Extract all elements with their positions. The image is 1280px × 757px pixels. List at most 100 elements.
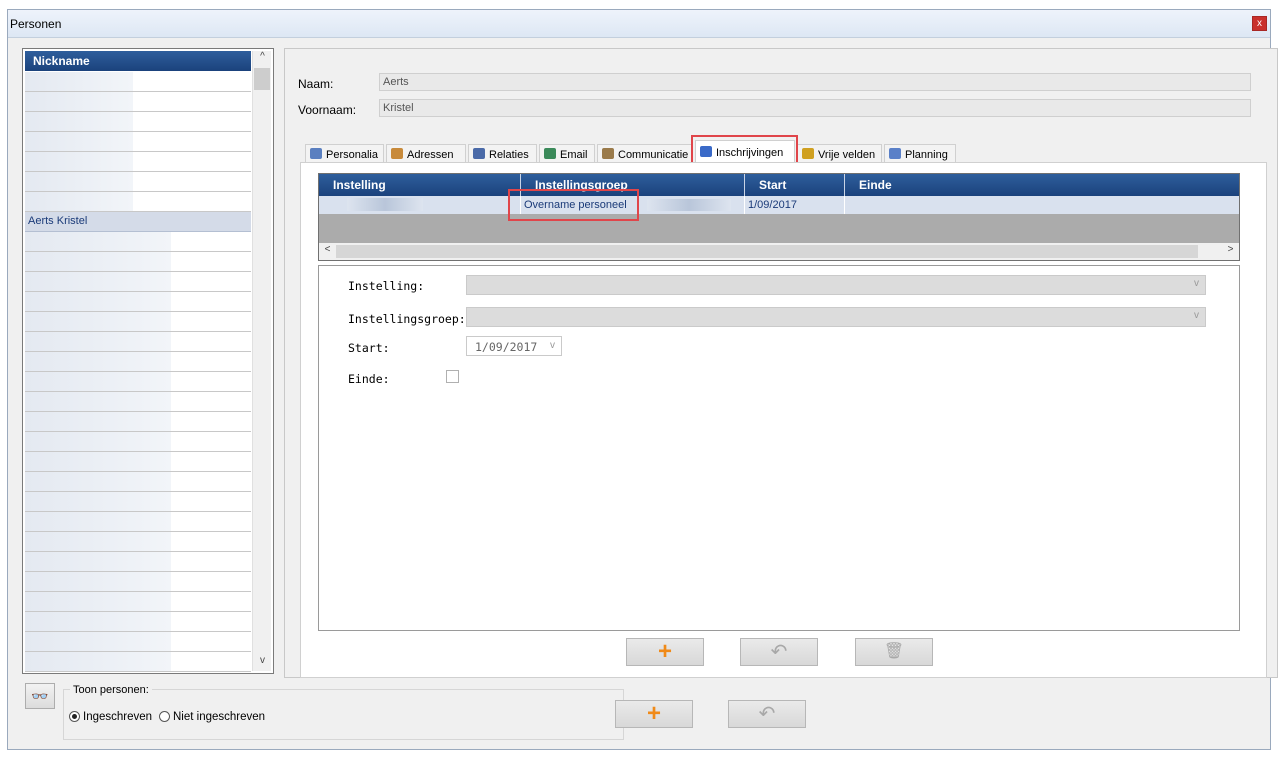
undo-inschrijving-button[interactable]: ↶: [740, 638, 818, 666]
table-row[interactable]: Overname personeel 1/09/2017: [319, 196, 1239, 214]
blurred-name: [25, 192, 133, 211]
grid-header: Instelling Instellingsgroep Start Einde: [319, 174, 1239, 196]
blurred-name: [25, 252, 171, 271]
list-vertical-scrollbar[interactable]: ^ v: [252, 51, 271, 671]
blurred-name: [25, 632, 171, 651]
blurred-name: [25, 372, 171, 391]
list-item[interactable]: [25, 592, 251, 612]
list-item-selected[interactable]: Aerts Kristel: [25, 212, 251, 232]
list-item[interactable]: [25, 292, 251, 312]
blurred-name: [25, 72, 133, 91]
list-item[interactable]: [25, 252, 251, 272]
cell-einde[interactable]: [845, 196, 1239, 214]
list-item[interactable]: [25, 572, 251, 592]
add-person-button[interactable]: +: [615, 700, 693, 728]
column-header-instelling[interactable]: Instelling: [319, 174, 521, 196]
scroll-right-arrow-icon[interactable]: >: [1222, 244, 1239, 255]
radio-ingeschreven[interactable]: Ingeschreven: [69, 711, 152, 723]
list-item[interactable]: [25, 312, 251, 332]
close-button[interactable]: x: [1252, 16, 1267, 31]
einde-checkbox[interactable]: [446, 370, 459, 383]
scroll-up-arrow-icon[interactable]: ^: [254, 51, 271, 62]
list-item[interactable]: [25, 272, 251, 292]
blurred-name: [25, 272, 171, 291]
scroll-left-arrow-icon[interactable]: <: [319, 244, 336, 255]
list-item[interactable]: [25, 492, 251, 512]
scroll-thumb[interactable]: [254, 68, 270, 90]
instelling-dropdown[interactable]: v: [466, 275, 1206, 295]
list-item[interactable]: [25, 192, 251, 212]
naam-field[interactable]: Aerts: [379, 73, 1251, 91]
personen-window: Personen x Nickname Aerts Kristel ^ v Na…: [7, 9, 1278, 750]
cell-instelling[interactable]: [319, 196, 521, 214]
chevron-down-icon: v: [1194, 278, 1199, 289]
grid-horizontal-scrollbar[interactable]: < >: [319, 243, 1239, 260]
instellingsgroep-label: Instellingsgroep:: [348, 312, 466, 326]
plus-icon: +: [657, 638, 672, 665]
list-item[interactable]: [25, 632, 251, 652]
tab-label: Adressen: [407, 149, 454, 161]
tab-label: Planning: [905, 149, 948, 161]
einde-label: Einde:: [348, 372, 390, 386]
highlight-overname-personeel: [508, 189, 639, 221]
list-item[interactable]: [25, 92, 251, 112]
radio-niet-ingeschreven[interactable]: Niet ingeschreven: [159, 711, 265, 723]
column-header-start[interactable]: Start: [745, 174, 845, 196]
voornaam-field[interactable]: Kristel: [379, 99, 1251, 117]
tab-relaties[interactable]: Relaties: [468, 144, 537, 163]
blurred-text: [347, 198, 423, 211]
person-list: Nickname Aerts Kristel ^ v: [22, 48, 274, 674]
list-item[interactable]: [25, 172, 251, 192]
telephone-icon: [602, 148, 614, 159]
blurred-name: [25, 292, 171, 311]
list-item[interactable]: [25, 352, 251, 372]
delete-inschrijving-button[interactable]: 🗑: [855, 638, 933, 666]
inschrijvingen-grid: Instelling Instellingsgroep Start Einde …: [318, 173, 1240, 261]
radio-niet-ingeschreven-label: Niet ingeschreven: [173, 711, 266, 723]
radio-niet-ingeschreven-circle[interactable]: [159, 711, 170, 722]
list-item[interactable]: [25, 512, 251, 532]
list-item[interactable]: [25, 72, 251, 92]
list-header-nickname[interactable]: Nickname: [25, 51, 251, 71]
search-persons-button[interactable]: 👓: [25, 683, 55, 709]
list-item[interactable]: [25, 552, 251, 572]
tab-adressen[interactable]: Adressen: [386, 144, 466, 163]
blurred-name: [25, 112, 133, 131]
list-item[interactable]: [25, 372, 251, 392]
undo-icon: ↶: [770, 641, 788, 663]
detail-panel: Naam: Aerts Voornaam: Kristel Personalia…: [284, 48, 1278, 678]
list-item[interactable]: [25, 532, 251, 552]
column-header-einde[interactable]: Einde: [845, 174, 1239, 196]
cell-start[interactable]: 1/09/2017: [745, 196, 845, 214]
blurred-name: [25, 352, 171, 371]
blurred-name: [25, 92, 133, 111]
grid-scroll-thumb[interactable]: [336, 245, 1198, 258]
list-item[interactable]: [25, 332, 251, 352]
list-item[interactable]: [25, 452, 251, 472]
list-item[interactable]: [25, 392, 251, 412]
binoculars-icon: 👓: [31, 688, 49, 704]
list-item[interactable]: [25, 612, 251, 632]
undo-person-button[interactable]: ↶: [728, 700, 806, 728]
tab-communicatie[interactable]: Communicatie: [597, 144, 693, 163]
add-inschrijving-button[interactable]: +: [626, 638, 704, 666]
blurred-name: [25, 492, 171, 511]
list-item[interactable]: [25, 112, 251, 132]
list-item[interactable]: [25, 152, 251, 172]
list-item[interactable]: [25, 652, 251, 672]
start-date-picker[interactable]: 1/09/2017 v: [466, 336, 562, 356]
list-item[interactable]: [25, 132, 251, 152]
scroll-down-arrow-icon[interactable]: v: [254, 655, 271, 666]
radio-ingeschreven-circle[interactable]: [69, 711, 80, 722]
tab-label: Email: [560, 149, 588, 161]
tab-planning[interactable]: Planning: [884, 144, 956, 163]
list-item[interactable]: [25, 412, 251, 432]
tab-personalia[interactable]: Personalia: [305, 144, 384, 163]
list-item[interactable]: [25, 232, 251, 252]
list-item[interactable]: [25, 472, 251, 492]
naam-label: Naam:: [298, 77, 334, 91]
list-item[interactable]: [25, 432, 251, 452]
instellingsgroep-dropdown[interactable]: v: [466, 307, 1206, 327]
tab-vrije-velden[interactable]: Vrije velden: [797, 144, 882, 163]
tab-email[interactable]: Email: [539, 144, 595, 163]
